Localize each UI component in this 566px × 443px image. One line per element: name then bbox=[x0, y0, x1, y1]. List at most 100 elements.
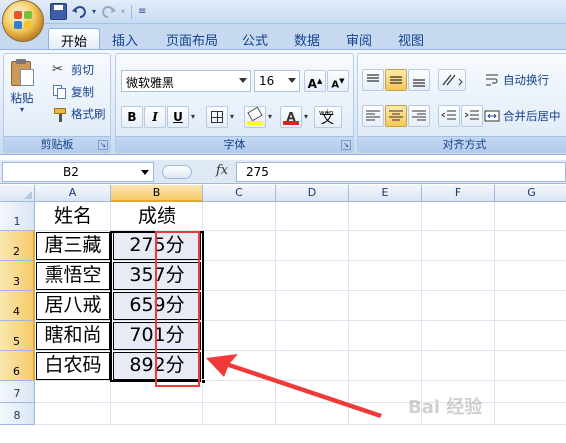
font-color-button[interactable]: A bbox=[280, 106, 302, 128]
font-name-select[interactable]: 微软雅黑 bbox=[121, 70, 251, 92]
phonetic-button[interactable]: wén 文 bbox=[314, 106, 342, 128]
increase-indent-button[interactable] bbox=[461, 105, 483, 127]
fill-color-dropdown-icon[interactable]: ▾ bbox=[268, 112, 272, 121]
underline-button[interactable]: U bbox=[167, 106, 189, 128]
borders-button[interactable] bbox=[206, 106, 228, 128]
name-cell[interactable]: 居八戒 bbox=[35, 291, 111, 321]
cell-g6[interactable] bbox=[495, 351, 566, 381]
name-cell[interactable]: 唐三藏 bbox=[35, 231, 111, 261]
cell-g7[interactable] bbox=[495, 381, 566, 403]
tab-view[interactable]: 视图 bbox=[386, 28, 436, 50]
cut-button[interactable]: ✂ 剪切 bbox=[52, 62, 94, 78]
italic-button[interactable]: I bbox=[144, 106, 166, 128]
cell-e1[interactable] bbox=[349, 202, 422, 231]
name-box-dropdown-icon[interactable] bbox=[141, 170, 149, 175]
row-header-5[interactable]: 5 bbox=[0, 321, 35, 351]
cell-g5[interactable] bbox=[495, 321, 566, 351]
cell-g2[interactable] bbox=[495, 231, 566, 261]
name-cell[interactable]: 白农码 bbox=[35, 351, 111, 381]
column-header-d[interactable]: D bbox=[276, 185, 349, 202]
name-box[interactable]: B2 bbox=[2, 162, 154, 182]
shrink-font-button[interactable]: A▼ bbox=[327, 70, 349, 92]
borders-dropdown-icon[interactable]: ▾ bbox=[230, 112, 234, 121]
column-header-e[interactable]: E bbox=[349, 185, 422, 202]
tab-review[interactable]: 审阅 bbox=[334, 28, 384, 50]
cell-d3[interactable] bbox=[276, 261, 349, 291]
column-header-g[interactable]: G bbox=[495, 185, 566, 202]
fill-color-button[interactable] bbox=[244, 106, 266, 128]
wrap-text-button[interactable]: 自动换行 bbox=[484, 72, 549, 88]
insert-function-icon[interactable]: fx bbox=[216, 163, 228, 178]
cell-c1[interactable] bbox=[203, 202, 276, 231]
align-top-button[interactable] bbox=[362, 69, 384, 91]
cell-g1[interactable] bbox=[495, 202, 566, 231]
paste-button[interactable]: 粘贴 ▾ bbox=[8, 58, 36, 114]
cell-d1[interactable] bbox=[276, 202, 349, 231]
customize-icon[interactable]: ≡ bbox=[138, 6, 146, 17]
cell-f1[interactable] bbox=[422, 202, 495, 231]
cell-a7[interactable] bbox=[35, 381, 111, 403]
row-header-6[interactable]: 6 bbox=[0, 351, 35, 381]
cell-c2[interactable] bbox=[203, 231, 276, 261]
cell-e5[interactable] bbox=[349, 321, 422, 351]
cell-f4[interactable] bbox=[422, 291, 495, 321]
cell-e3[interactable] bbox=[349, 261, 422, 291]
underline-dropdown-icon[interactable]: ▾ bbox=[191, 112, 195, 121]
cell-d4[interactable] bbox=[276, 291, 349, 321]
orientation-button[interactable] bbox=[438, 69, 466, 91]
align-center-button[interactable] bbox=[385, 105, 407, 127]
cell-g4[interactable] bbox=[495, 291, 566, 321]
decrease-indent-button[interactable] bbox=[438, 105, 460, 127]
cell-d5[interactable] bbox=[276, 321, 349, 351]
clipboard-launcher-icon[interactable]: ↘ bbox=[98, 140, 108, 150]
cell-f6[interactable] bbox=[422, 351, 495, 381]
save-icon[interactable] bbox=[50, 3, 67, 20]
font-color-dropdown-icon[interactable]: ▾ bbox=[304, 112, 308, 121]
select-all-button[interactable] bbox=[0, 185, 35, 202]
align-middle-button[interactable] bbox=[385, 69, 407, 91]
cell-d2[interactable] bbox=[276, 231, 349, 261]
align-right-button[interactable] bbox=[408, 105, 430, 127]
cell-c3[interactable] bbox=[203, 261, 276, 291]
row-header-8[interactable]: 8 bbox=[0, 403, 35, 425]
cell-e4[interactable] bbox=[349, 291, 422, 321]
row-header-4[interactable]: 4 bbox=[0, 291, 35, 321]
worksheet-grid[interactable]: ABCDEFG 12345678 姓名 成绩 唐三藏 275分 熏悟空 357分 居八戒… bbox=[0, 185, 566, 443]
column-header-f[interactable]: F bbox=[422, 185, 495, 202]
tab-data[interactable]: 数据 bbox=[282, 28, 332, 50]
tab-formulas[interactable]: 公式 bbox=[230, 28, 280, 50]
redo-dropdown-icon[interactable]: ▾ bbox=[121, 7, 125, 16]
column-header-a[interactable]: A bbox=[35, 185, 111, 202]
cell-f2[interactable] bbox=[422, 231, 495, 261]
cell-f3[interactable] bbox=[422, 261, 495, 291]
font-launcher-icon[interactable]: ↘ bbox=[341, 140, 351, 150]
cell-c4[interactable] bbox=[203, 291, 276, 321]
cell-e2[interactable] bbox=[349, 231, 422, 261]
cell-f5[interactable] bbox=[422, 321, 495, 351]
merge-center-button[interactable]: 合并后居中 bbox=[484, 108, 561, 124]
tab-insert[interactable]: 插入 bbox=[100, 28, 150, 50]
align-bottom-button[interactable] bbox=[408, 69, 430, 91]
column-header-b[interactable]: B bbox=[111, 185, 203, 202]
name-cell[interactable]: 熏悟空 bbox=[35, 261, 111, 291]
cell-a8[interactable] bbox=[35, 403, 111, 425]
cell-c5[interactable] bbox=[203, 321, 276, 351]
row-header-1[interactable]: 1 bbox=[0, 202, 35, 231]
undo-dropdown-icon[interactable]: ▾ bbox=[92, 7, 96, 16]
row-header-3[interactable]: 3 bbox=[0, 261, 35, 291]
cell-g8[interactable] bbox=[495, 403, 566, 425]
tab-page-layout[interactable]: 页面布局 bbox=[154, 28, 230, 50]
row-header-7[interactable]: 7 bbox=[0, 381, 35, 403]
column-header-c[interactable]: C bbox=[203, 185, 276, 202]
cell-g3[interactable] bbox=[495, 261, 566, 291]
name-cell[interactable]: 瞎和尚 bbox=[35, 321, 111, 351]
font-size-select[interactable]: 16 bbox=[254, 70, 300, 92]
redo-icon[interactable] bbox=[100, 3, 117, 20]
undo-icon[interactable] bbox=[71, 3, 88, 20]
row-header-2[interactable]: 2 bbox=[0, 231, 35, 261]
cell-b8[interactable] bbox=[111, 403, 203, 425]
bold-button[interactable]: B bbox=[121, 106, 143, 128]
copy-button[interactable]: 复制 bbox=[52, 84, 94, 100]
tab-home[interactable]: 开始 bbox=[48, 28, 101, 50]
formula-bar-resize-handle[interactable] bbox=[162, 165, 192, 179]
